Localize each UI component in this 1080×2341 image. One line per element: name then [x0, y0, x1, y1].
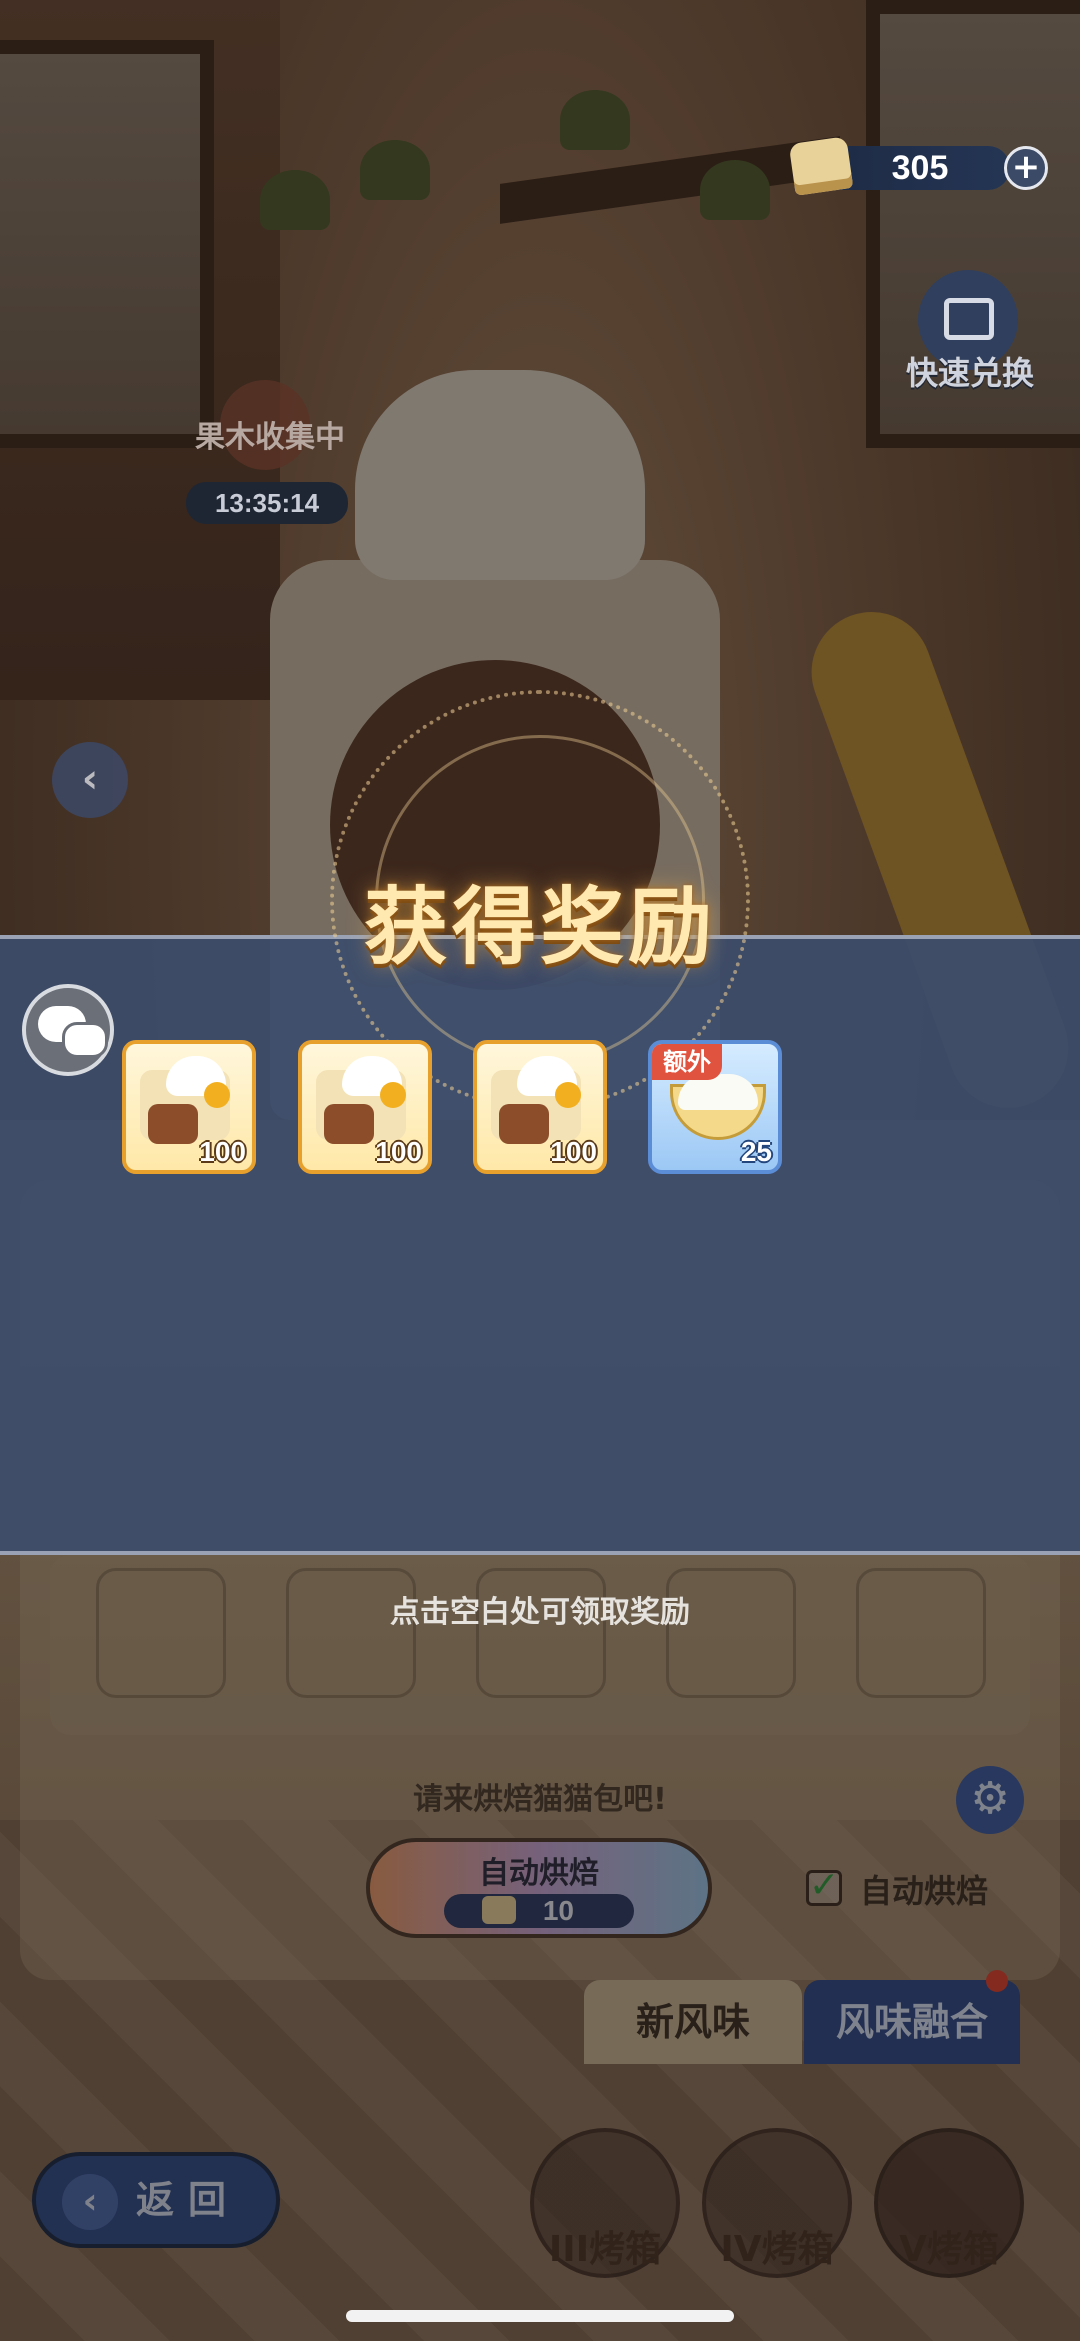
- claim-hint: 点击空白处可领取奖励: [390, 1595, 690, 1630]
- reward-item[interactable]: 100: [473, 1040, 607, 1174]
- item-count: 100: [199, 1136, 246, 1167]
- reward-item[interactable]: 额外 25: [648, 1040, 782, 1174]
- yolk-topping: [555, 1082, 581, 1108]
- reward-item[interactable]: 100: [298, 1040, 432, 1174]
- currency-value: 305: [891, 149, 949, 187]
- reward-item[interactable]: 100: [122, 1040, 256, 1174]
- bread-currency-icon: [788, 136, 854, 196]
- cat-bread-face: [324, 1104, 374, 1144]
- item-count: 100: [375, 1136, 422, 1167]
- scroll-left-arrow-icon[interactable]: ‹: [52, 742, 128, 818]
- extra-tag: 额外: [652, 1044, 722, 1080]
- chat-bubble-icon: [62, 1022, 108, 1058]
- item-count: 25: [740, 1136, 772, 1167]
- chat-button[interactable]: [22, 984, 114, 1076]
- shop-icon: [944, 298, 994, 340]
- collect-timer: 13:35:14: [186, 482, 348, 524]
- yolk-topping: [204, 1082, 230, 1108]
- cat-bread-face: [148, 1104, 198, 1144]
- quick-exchange-label: 快速兑换: [905, 354, 1034, 392]
- reward-items: 100 100 100 额外 25: [122, 1040, 822, 1176]
- quick-exchange-button[interactable]: 快速兑换: [906, 270, 1034, 392]
- collect-label: 果木收集中: [195, 420, 345, 455]
- item-count: 100: [550, 1136, 597, 1167]
- add-currency-button[interactable]: +: [1004, 146, 1048, 190]
- home-indicator[interactable]: [346, 2310, 734, 2322]
- cat-bread-face: [499, 1104, 549, 1144]
- reward-title: 获得奖励: [363, 878, 716, 976]
- yolk-topping: [380, 1082, 406, 1108]
